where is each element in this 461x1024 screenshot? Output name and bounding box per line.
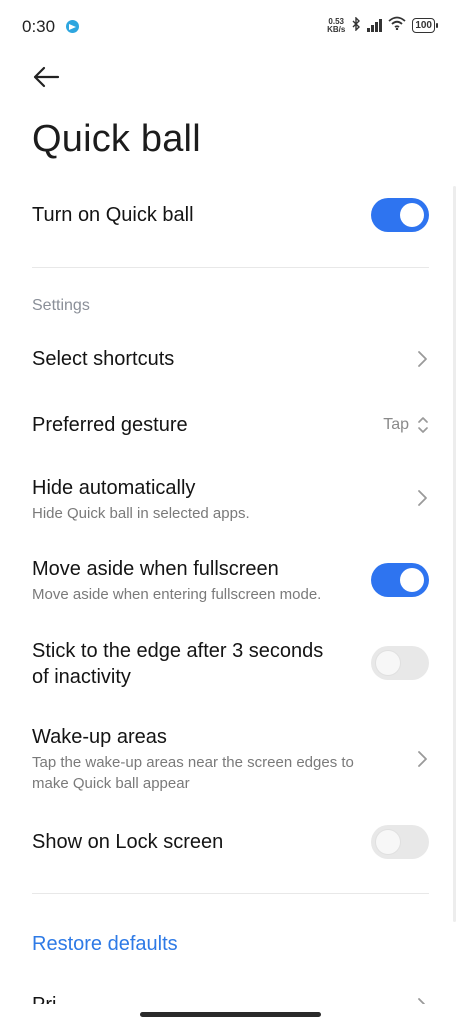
preferred-gesture-row[interactable]: Preferred gesture <box>32 412 430 438</box>
hide-automatically-row[interactable]: Hide automatically Hide Quick ball in se… <box>32 475 430 524</box>
divider <box>32 893 429 894</box>
restore-defaults-button[interactable]: Restore defaults <box>32 933 178 956</box>
partially-hidden-row-title[interactable]: Pri <box>32 994 56 1004</box>
turn-on-quick-ball-toggle[interactable] <box>371 198 429 232</box>
bluetooth-icon <box>351 16 361 34</box>
chevron-right-icon <box>418 351 427 367</box>
select-shortcuts-row[interactable]: Select shortcuts <box>32 346 430 372</box>
show-on-lock-screen-toggle[interactable] <box>371 825 429 859</box>
wifi-icon <box>388 16 406 35</box>
toggle-knob <box>400 203 424 227</box>
preferred-gesture-value[interactable]: Tap <box>383 416 409 434</box>
page-title: Quick ball <box>32 118 201 160</box>
network-speed: 0.53 KB/s <box>327 16 346 34</box>
status-time: 0:30 <box>22 17 56 36</box>
row-title: Hide automatically <box>32 477 196 499</box>
toggle-knob <box>376 830 400 854</box>
row-title-line-2: of inactivity <box>32 666 131 688</box>
divider <box>32 267 429 268</box>
chevron-right-icon <box>418 998 425 1004</box>
wake-up-areas-row[interactable]: Wake-up areas Tap the wake-up areas near… <box>32 724 430 794</box>
updown-icon <box>418 417 428 433</box>
row-subtitle: Hide Quick ball in selected apps. <box>32 505 250 522</box>
back-arrow-icon <box>33 66 60 88</box>
back-button[interactable] <box>30 62 64 92</box>
row-subtitle-line-1: Tap the wake-up areas near the screen ed… <box>32 754 354 771</box>
row-title: Select shortcuts <box>32 348 175 370</box>
chevron-right-icon <box>418 490 427 506</box>
toggle-knob <box>400 568 424 592</box>
stick-to-edge-toggle[interactable] <box>371 646 429 680</box>
telegram-icon <box>66 20 79 33</box>
battery-icon: 100 <box>412 18 438 33</box>
row-subtitle-line-2: make Quick ball appear <box>32 775 190 792</box>
status-bar: 0:30 0.53 KB/s 100 <box>0 0 461 56</box>
status-icons: 0.53 KB/s 100 <box>327 16 438 35</box>
signal-icon <box>367 19 383 32</box>
toggle-knob <box>376 651 400 675</box>
row-title: Preferred gesture <box>32 414 188 436</box>
home-indicator[interactable] <box>140 1012 321 1017</box>
move-aside-fullscreen-toggle[interactable] <box>371 563 429 597</box>
scrollbar[interactable] <box>453 186 456 922</box>
section-header-settings: Settings <box>32 297 90 314</box>
row-subtitle: Move aside when entering fullscreen mode… <box>32 586 322 603</box>
chevron-right-icon <box>418 751 427 767</box>
row-title: Wake-up areas <box>32 726 167 748</box>
